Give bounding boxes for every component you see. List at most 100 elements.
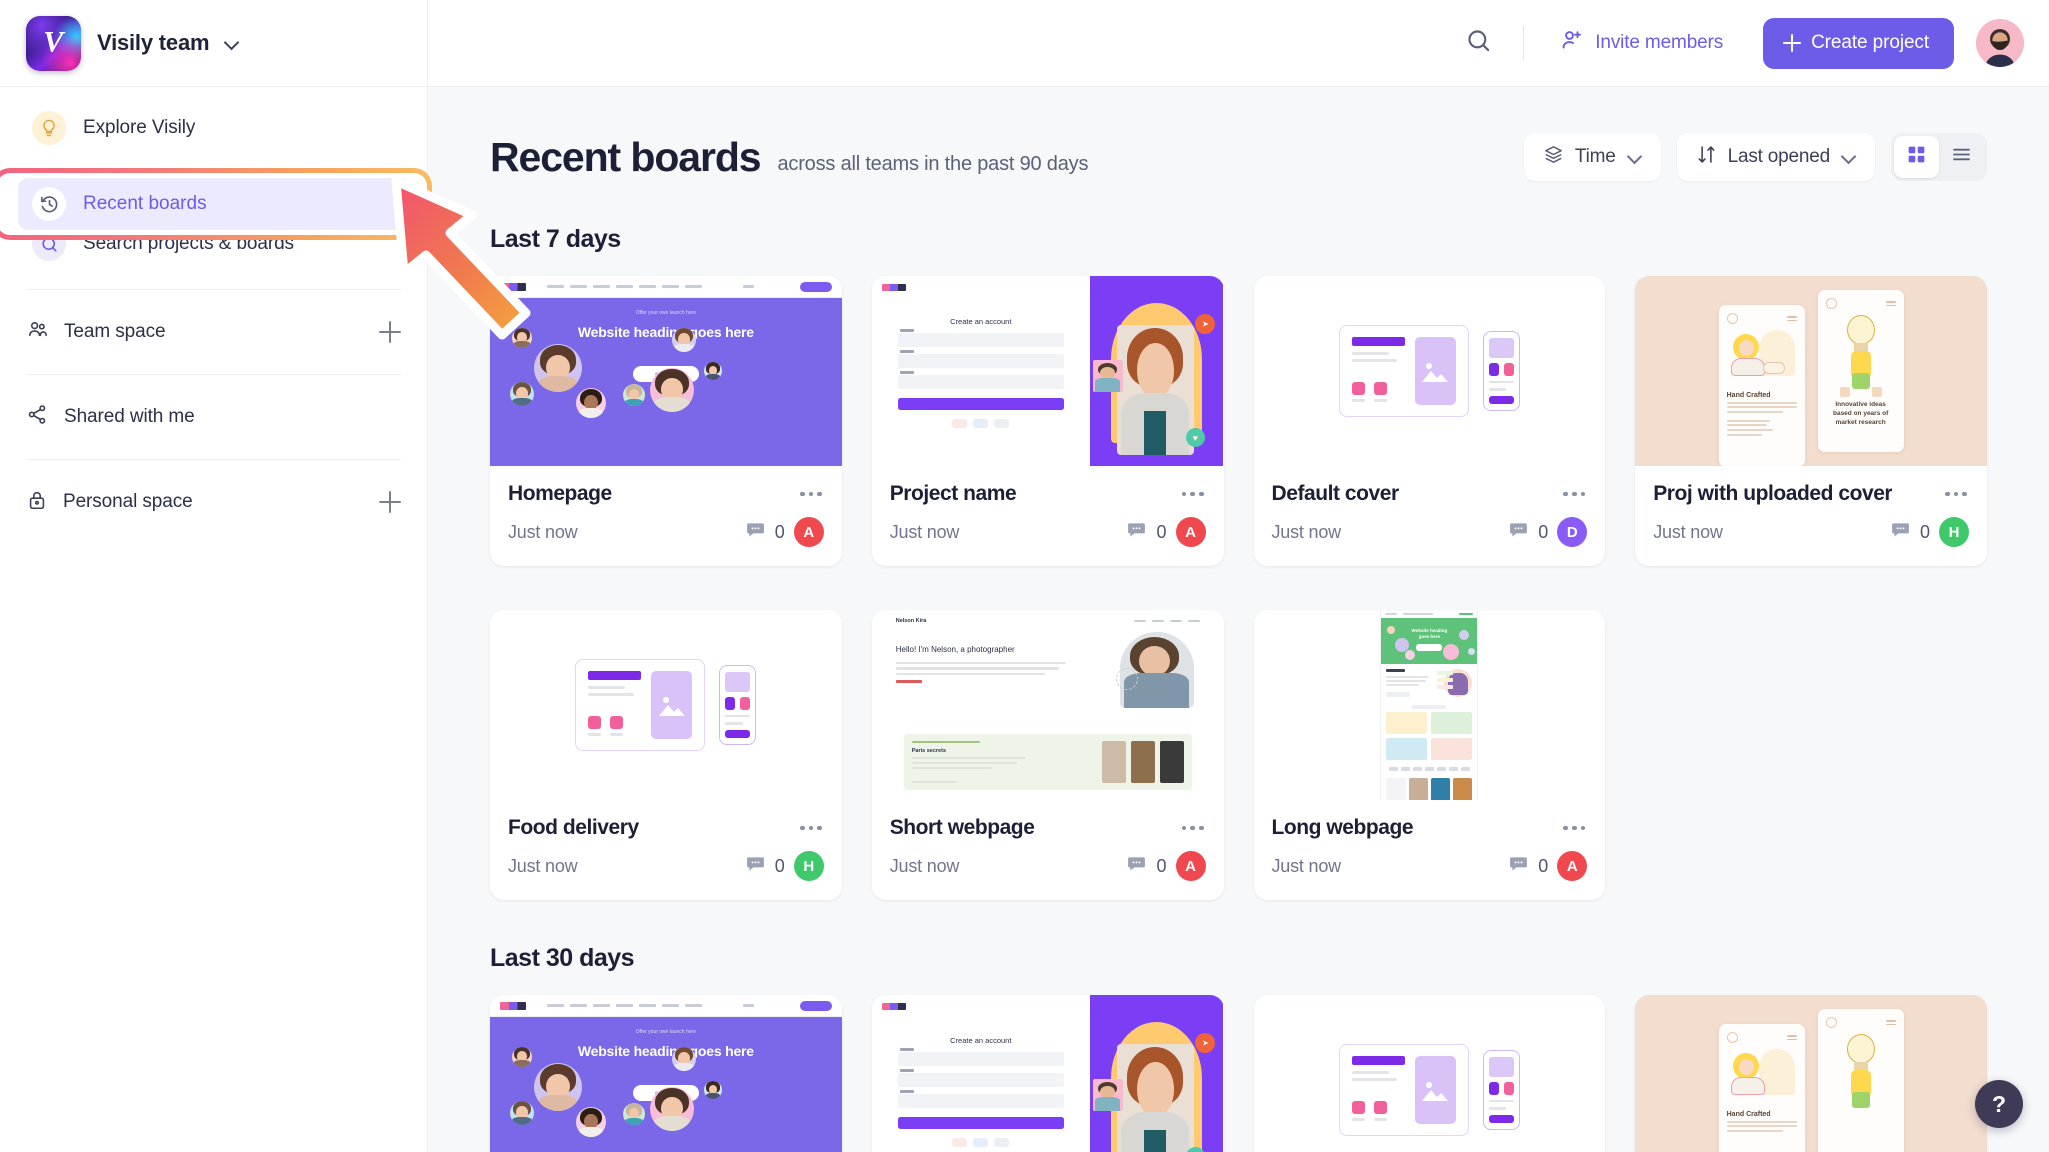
chevron-down-icon[interactable] <box>225 36 239 50</box>
comment-count: 0 <box>1156 521 1167 542</box>
list-view-button[interactable] <box>1939 136 1984 178</box>
board-card[interactable]: Create an account <box>871 995 1224 1152</box>
board-card[interactable]: Offer your own launch here Website headi… <box>490 995 842 1152</box>
board-owner-avatar[interactable]: D <box>1557 517 1588 547</box>
people-icon <box>26 318 49 346</box>
thumb-heading: Website heading goes here <box>577 324 754 340</box>
board-card[interactable] <box>1253 995 1606 1152</box>
board-meta: Long webpage Just now 0 A <box>1254 800 1606 900</box>
sort-label: Last opened <box>1727 146 1831 167</box>
board-more-button[interactable] <box>1180 820 1206 837</box>
board-thumbnail: Website heading goes here <box>1253 610 1606 800</box>
help-button[interactable]: ? <box>1975 1080 2023 1128</box>
board-thumbnail: Hand Crafted <box>1635 276 1987 466</box>
sidebar-item-recent-boards[interactable]: Recent boards <box>18 178 410 230</box>
lock-icon <box>26 489 48 516</box>
sidebar-item-shared-with-me[interactable]: Shared with me <box>0 385 427 449</box>
board-more-button[interactable] <box>1561 486 1587 503</box>
board-meta: Project name Just now 0 A <box>872 466 1224 566</box>
comment-icon <box>1126 853 1147 879</box>
comment-count: 0 <box>1156 855 1167 876</box>
board-more-button[interactable] <box>1943 486 1969 503</box>
divider <box>26 459 401 460</box>
main-area: Invite members Create project Recent boa… <box>428 0 2049 1152</box>
sidebar-item-personal-space[interactable]: Personal space <box>0 470 427 534</box>
board-thumbnail: Hand Crafted <box>1635 995 1987 1152</box>
avatar[interactable] <box>1976 19 2024 67</box>
board-more-button[interactable] <box>798 820 824 837</box>
invite-members-label: Invite members <box>1595 32 1724 53</box>
board-time: Just now <box>508 855 578 876</box>
divider <box>26 289 401 290</box>
board-card[interactable]: Website heading goes here Long webpage J… <box>1253 610 1606 900</box>
chevron-down-icon <box>1843 151 1856 164</box>
top-bar: Invite members Create project <box>428 0 2049 87</box>
comment-icon <box>1508 853 1529 879</box>
board-card[interactable]: Food delivery Just now 0 H <box>490 610 842 900</box>
comment-icon <box>745 519 766 545</box>
add-team-space-button[interactable] <box>379 321 401 343</box>
board-more-button[interactable] <box>1180 486 1206 503</box>
board-thumbnail <box>490 610 842 800</box>
question-mark-icon: ? <box>1991 1090 2007 1117</box>
board-card[interactable]: Hand Crafted <box>1635 276 1987 566</box>
board-name: Long webpage <box>1271 816 1414 839</box>
sidebar-item-label: Personal space <box>63 491 193 512</box>
thumb-logo: Nelson Kira <box>895 618 927 624</box>
board-card[interactable]: Default cover Just now 0 D <box>1253 276 1606 566</box>
search-icon <box>32 227 66 261</box>
board-card[interactable]: Offer your own launch here Website headi… <box>490 276 842 566</box>
board-owner-avatar[interactable]: A <box>1175 517 1206 547</box>
divider <box>1523 26 1525 60</box>
add-personal-space-button[interactable] <box>379 491 401 513</box>
comment-icon <box>1126 519 1147 545</box>
board-owner-avatar[interactable]: A <box>793 517 824 547</box>
comment-count: 0 <box>1919 521 1930 542</box>
thumb-heading: Hand Crafted <box>1726 392 1771 399</box>
board-time: Just now <box>508 521 578 542</box>
thumb-section-title: Paris secrets <box>911 748 946 754</box>
board-card[interactable]: Hand Crafted <box>1635 995 1987 1152</box>
create-project-label: Create project <box>1811 32 1929 53</box>
sidebar-item-team-space[interactable]: Team space <box>0 300 427 364</box>
board-meta: Default cover Just now 0 D <box>1254 466 1606 566</box>
board-grid: Offer your own launch here Website headi… <box>490 995 1987 1152</box>
board-owner-avatar[interactable]: A <box>1557 851 1588 881</box>
history-clock-icon <box>32 187 66 221</box>
board-time: Just now <box>889 855 960 876</box>
board-name: Default cover <box>1271 482 1399 505</box>
team-switcher[interactable]: V Visily team <box>0 0 427 87</box>
board-card[interactable]: Nelson Kira Hello! I'm Nelson, a photogr… <box>871 610 1224 900</box>
sort-button[interactable]: Last opened <box>1676 133 1875 181</box>
filter-time-button[interactable]: Time <box>1523 133 1661 181</box>
plus-icon <box>1783 34 1802 52</box>
board-card[interactable]: Create an account <box>871 276 1224 566</box>
board-thumbnail: Create an account <box>871 995 1224 1152</box>
board-more-button[interactable] <box>1561 820 1587 837</box>
sidebar: V Visily team Explore Visily Recent boar… <box>0 0 428 1152</box>
board-thumbnail: Nelson Kira Hello! I'm Nelson, a photogr… <box>871 610 1224 800</box>
invite-members-button[interactable]: Invite members <box>1546 20 1737 66</box>
team-name: Visily team <box>97 30 210 55</box>
team-logo-letter: V <box>43 25 64 59</box>
app-root: V Visily team Explore Visily Recent boar… <box>0 0 2049 1152</box>
board-name: Homepage <box>508 482 612 505</box>
content-scroll[interactable]: Recent boards across all teams in the pa… <box>428 87 2049 1152</box>
thumb-heading: Hand Crafted <box>1726 1111 1771 1118</box>
board-owner-avatar[interactable]: H <box>793 851 824 881</box>
board-thumbnail: Offer your own launch here Website headi… <box>490 995 842 1152</box>
user-plus-icon <box>1560 28 1584 58</box>
board-thumbnail <box>1253 276 1606 466</box>
sidebar-item-explore-visily[interactable]: Explore Visily <box>18 105 409 151</box>
comment-icon <box>745 853 766 879</box>
page-header: Recent boards across all teams in the pa… <box>490 133 1987 181</box>
board-more-button[interactable] <box>798 486 824 503</box>
board-thumbnail: Offer your own launch here Website headi… <box>490 276 842 466</box>
board-meta: Short webpage Just now 0 A <box>872 800 1224 900</box>
grid-view-button[interactable] <box>1894 136 1939 178</box>
board-owner-avatar[interactable]: H <box>1939 517 1969 547</box>
search-button[interactable] <box>1455 20 1501 66</box>
board-owner-avatar[interactable]: A <box>1175 851 1206 881</box>
create-project-button[interactable]: Create project <box>1763 17 1954 69</box>
board-name: Proj with uploaded cover <box>1653 482 1893 505</box>
